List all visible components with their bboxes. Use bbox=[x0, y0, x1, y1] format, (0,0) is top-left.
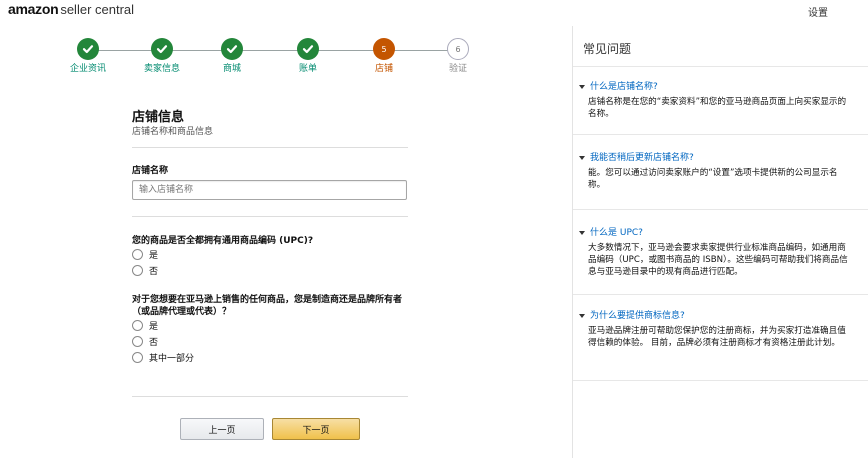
faq-question-text[interactable]: 什么是店铺名称? bbox=[590, 81, 658, 93]
radio-label: 是 bbox=[149, 322, 159, 332]
brand-option-yes[interactable]: 是 bbox=[132, 319, 158, 332]
brand-question-line1: 对于您想要在亚马逊上销售的任何商品，您是制造商还是品牌所有者 bbox=[132, 295, 403, 305]
upc-option-yes[interactable]: 是 bbox=[132, 248, 158, 261]
faq-question[interactable]: 什么是店铺名称? bbox=[579, 81, 849, 93]
step-complete-icon bbox=[297, 38, 319, 60]
faq-question[interactable]: 为什么要提供商标信息? bbox=[579, 310, 849, 322]
brand-option-no[interactable]: 否 bbox=[132, 335, 158, 348]
step-business-info: 企业资讯 bbox=[58, 38, 118, 75]
faq-question[interactable]: 什么是 UPC? bbox=[579, 227, 849, 239]
triangle-down-icon bbox=[579, 314, 585, 318]
faq-item: 什么是 UPC? 大多数情况下，亚马逊会要求卖家提供行业标准商品编码，如通用商品… bbox=[579, 227, 849, 278]
step-complete-icon bbox=[151, 38, 173, 60]
step-marketplace: 商城 bbox=[202, 38, 262, 75]
store-info-header: 店铺信息 店铺名称和商品信息 bbox=[132, 100, 408, 138]
faq-panel: 常见问题 什么是店铺名称? 店铺名称是在您的“卖家资料”和您的亚马逊商品页面上向… bbox=[572, 26, 868, 458]
triangle-down-icon bbox=[579, 156, 585, 160]
step-store: 5 店铺 bbox=[354, 38, 414, 75]
triangle-down-icon bbox=[579, 231, 585, 235]
faq-answer: 亚马逊品牌注册可帮助您保护您的注册商标，并为买家打造准确且值得信赖的体验。 目前… bbox=[588, 326, 846, 348]
amazon-seller-central-logo[interactable]: amazon seller central bbox=[8, 1, 134, 19]
step-complete-icon bbox=[77, 38, 99, 60]
top-bar: amazon seller central 设置 bbox=[0, 0, 868, 20]
step-verification: 6 验证 bbox=[428, 38, 488, 75]
store-name-label: 店铺名称 bbox=[132, 166, 169, 176]
divider bbox=[132, 396, 408, 397]
faq-item: 为什么要提供商标信息? 亚马逊品牌注册可帮助您保护您的注册商标，并为买家打造准确… bbox=[579, 310, 849, 349]
previous-button[interactable]: 上一页 bbox=[180, 418, 264, 440]
faq-question-text[interactable]: 我能否稍后更新店铺名称? bbox=[590, 152, 694, 164]
radio-label: 是 bbox=[149, 251, 159, 261]
step-label: 企业资讯 bbox=[69, 64, 106, 74]
radio-button[interactable] bbox=[132, 336, 143, 347]
faq-title: 常见问题 bbox=[583, 42, 632, 56]
brand-question: 对于您想要在亚马逊上销售的任何商品，您是制造商还是品牌所有者 （或品牌代理或代表… bbox=[132, 294, 412, 318]
radio-label: 否 bbox=[149, 338, 159, 348]
divider bbox=[132, 147, 408, 148]
step-label: 验证 bbox=[448, 64, 467, 74]
step-billing: 账单 bbox=[278, 38, 338, 75]
step-label: 商城 bbox=[222, 64, 241, 74]
step-complete-icon bbox=[221, 38, 243, 60]
faq-answer: 大多数情况下，亚马逊会要求卖家提供行业标准商品编码，如通用商品编码（UPC，或图… bbox=[588, 243, 848, 277]
brand-question-line2: （或品牌代理或代表）？ bbox=[132, 307, 232, 317]
logo-amazon-text: amazon bbox=[8, 1, 59, 17]
next-button[interactable]: 下一页 bbox=[272, 418, 360, 440]
upc-question: 您的商品是否全都拥有通用商品编码 (UPC)? bbox=[132, 236, 314, 246]
form-title: 店铺信息 bbox=[132, 110, 185, 125]
radio-label: 其中一部分 bbox=[149, 354, 195, 364]
logo-seller-central-text: seller central bbox=[60, 2, 135, 17]
divider bbox=[573, 66, 868, 67]
step-number-active: 5 bbox=[373, 38, 395, 60]
upc-option-no[interactable]: 否 bbox=[132, 264, 158, 277]
step-label: 账单 bbox=[298, 64, 317, 74]
divider bbox=[573, 209, 868, 210]
step-number-pending: 6 bbox=[447, 38, 469, 60]
radio-button[interactable] bbox=[132, 352, 143, 363]
faq-item: 我能否稍后更新店铺名称? 能。您可以通过访问卖家账户的“设置”选项卡提供新的公司… bbox=[579, 152, 849, 191]
store-name-input[interactable] bbox=[132, 180, 407, 200]
triangle-down-icon bbox=[579, 85, 585, 89]
divider bbox=[573, 380, 868, 381]
divider bbox=[132, 216, 408, 217]
faq-item: 什么是店铺名称? 店铺名称是在您的“卖家资料”和您的亚马逊商品页面上向买家显示的… bbox=[579, 81, 849, 120]
faq-question[interactable]: 我能否稍后更新店铺名称? bbox=[579, 152, 849, 164]
brand-option-some[interactable]: 其中一部分 bbox=[132, 351, 194, 364]
step-seller-info: 卖家信息 bbox=[132, 38, 192, 75]
settings-link[interactable]: 设置 bbox=[808, 4, 828, 19]
faq-question-text[interactable]: 什么是 UPC? bbox=[590, 227, 643, 239]
radio-label: 否 bbox=[149, 267, 159, 277]
form-subtitle: 店铺名称和商品信息 bbox=[132, 127, 214, 137]
faq-question-text[interactable]: 为什么要提供商标信息? bbox=[590, 310, 685, 322]
radio-button[interactable] bbox=[132, 265, 143, 276]
registration-stepper: 企业资讯 卖家信息 商城 账单 5 店铺 6 验证 bbox=[60, 38, 520, 78]
step-label: 店铺 bbox=[374, 64, 393, 74]
radio-button[interactable] bbox=[132, 249, 143, 260]
step-label: 卖家信息 bbox=[143, 64, 180, 74]
divider bbox=[573, 294, 868, 295]
faq-answer: 店铺名称是在您的“卖家资料”和您的亚马逊商品页面上向买家显示的名称。 bbox=[588, 97, 847, 119]
faq-answer: 能。您可以通过访问卖家账户的“设置”选项卡提供新的公司显示名称。 bbox=[588, 168, 838, 190]
divider bbox=[573, 134, 868, 135]
radio-button[interactable] bbox=[132, 320, 143, 331]
